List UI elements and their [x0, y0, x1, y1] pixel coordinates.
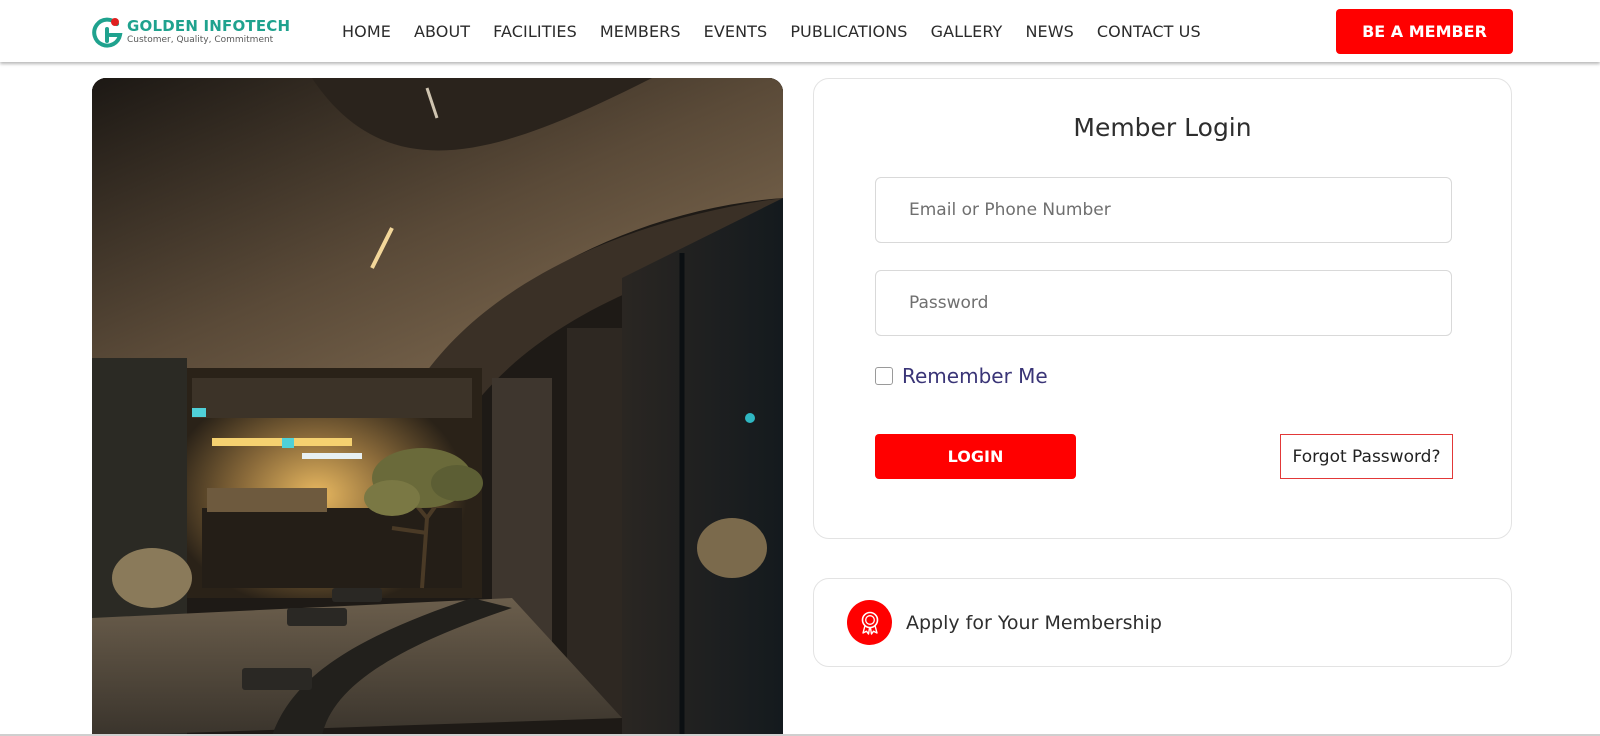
brand-name: GOLDEN INFOTECH [127, 17, 291, 35]
apply-membership-label: Apply for Your Membership [906, 611, 1162, 634]
nav-publications[interactable]: PUBLICATIONS [790, 22, 907, 41]
nav-contact-us[interactable]: CONTACT US [1097, 22, 1201, 41]
brand-logo[interactable]: GOLDEN INFOTECH Customer, Quality, Commi… [90, 13, 290, 51]
nav-news[interactable]: NEWS [1025, 22, 1073, 41]
forgot-password-link[interactable]: Forgot Password? [1280, 434, 1453, 479]
nav-home[interactable]: HOME [342, 22, 391, 41]
email-or-phone-input[interactable] [875, 177, 1452, 243]
remember-me: Remember Me [875, 364, 1048, 388]
remember-me-label[interactable]: Remember Me [902, 364, 1048, 388]
site-header: GOLDEN INFOTECH Customer, Quality, Commi… [0, 0, 1600, 62]
interior-photo-illustration [92, 78, 783, 736]
apply-membership-card[interactable]: Apply for Your Membership [813, 578, 1512, 667]
main-nav: HOME ABOUT FACILITIES MEMBERS EVENTS PUB… [342, 0, 1201, 62]
nav-gallery[interactable]: GALLERY [931, 22, 1003, 41]
nav-events[interactable]: EVENTS [704, 22, 768, 41]
remember-me-checkbox[interactable] [875, 367, 893, 385]
member-login-card: Member Login Remember Me LOGIN Forgot Pa… [813, 78, 1512, 539]
award-badge-icon [847, 600, 892, 645]
logo-mark-icon [92, 17, 123, 48]
login-title: Member Login [1073, 113, 1252, 142]
nav-facilities[interactable]: FACILITIES [493, 22, 577, 41]
login-button[interactable]: LOGIN [875, 434, 1076, 479]
password-input[interactable] [875, 270, 1452, 336]
interior-photo [92, 78, 783, 736]
nav-members[interactable]: MEMBERS [600, 22, 681, 41]
brand-tagline: Customer, Quality, Commitment [127, 35, 274, 45]
be-a-member-button[interactable]: BE A MEMBER [1336, 9, 1513, 54]
nav-about[interactable]: ABOUT [414, 22, 470, 41]
